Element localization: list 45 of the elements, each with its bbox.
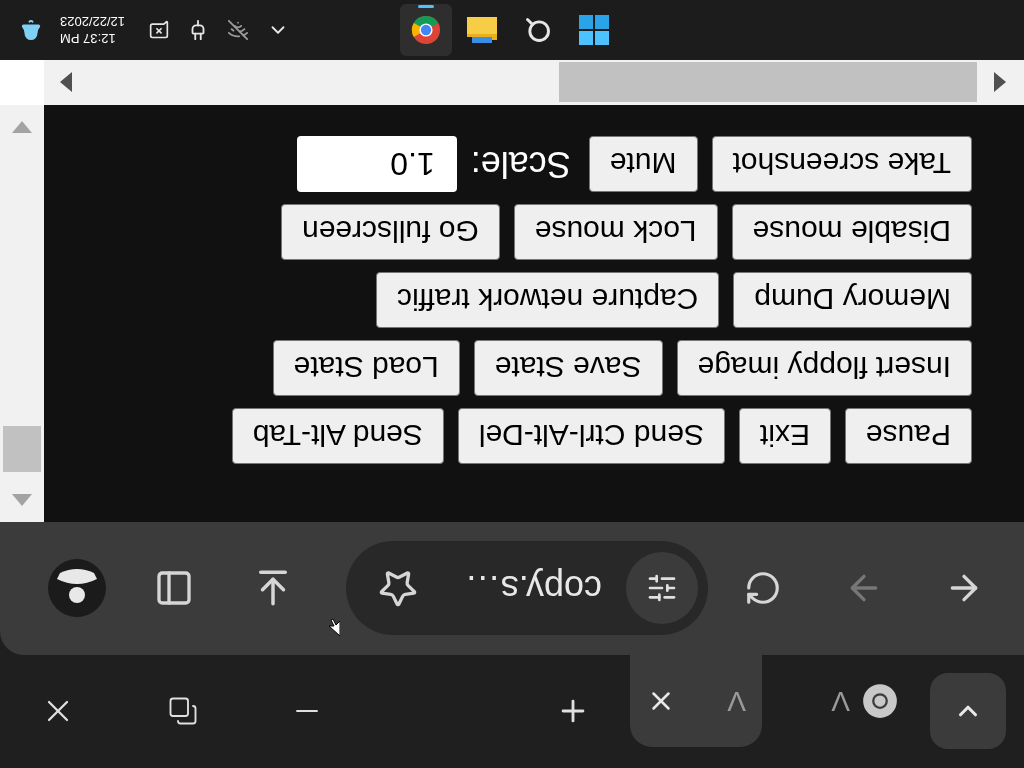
emulator-button[interactable]: Save State [473,340,663,396]
emulator-button[interactable]: Send Alt-Tab [231,408,444,464]
scale-label: Scale: [470,143,571,187]
tab-title: V [831,685,850,719]
scroll-right-icon[interactable] [60,72,72,93]
clock[interactable]: 12:37 PM 12/22/2023 [60,13,126,47]
emulator-button[interactable]: Lock mouse [513,204,718,260]
browser-tab[interactable]: V [762,655,914,747]
emulator-button[interactable]: Memory Dump [733,272,972,328]
site-settings-icon[interactable] [626,552,698,625]
chat-error-icon[interactable] [149,20,170,40]
taskbar-app-button[interactable] [400,4,452,56]
notification-bell-icon[interactable] [20,19,42,41]
emulator-button[interactable]: Mute [588,136,698,192]
restore-icon[interactable] [168,696,198,727]
bookmark-star-icon[interactable] [378,568,418,609]
scroll-left-icon[interactable] [994,72,1006,93]
clock-time: 12:37 PM [60,30,116,47]
browser-tab[interactable]: V [630,655,762,747]
scrollbar-thumb[interactable] [3,426,41,472]
emulator-button[interactable]: Disable mouse [731,204,972,260]
scrollbar-thumb[interactable] [559,62,977,103]
emulator-button[interactable]: Insert floppy image [676,340,972,396]
emulator-button[interactable]: Take screenshot [711,136,972,192]
search-icon [524,16,552,44]
clock-date: 12/22/2023 [60,13,126,30]
mouse-cursor-icon [328,618,340,636]
tab-title: V [727,685,746,719]
emulator-button[interactable]: Capture network traffic [376,272,720,328]
windows-logo-icon [579,15,609,45]
network-off-icon[interactable] [227,19,250,41]
profile-avatar-icon[interactable] [48,559,106,618]
emulator-button[interactable]: Exit [738,408,831,464]
emulator-button[interactable]: Send Ctrl-Alt-Del [457,408,725,464]
emulator-button[interactable]: Load State [272,340,460,396]
emulator-button[interactable]: Pause [844,408,972,464]
address-bar[interactable]: copy.s… [346,541,708,636]
folder-icon [466,16,498,44]
horizontal-scrollbar[interactable] [44,60,1024,105]
emulator-button[interactable]: Go fullscreen [281,204,500,260]
scale-input[interactable]: 1.0 [296,136,457,192]
tab-favicon-icon [862,683,898,719]
vertical-scrollbar[interactable] [0,105,44,522]
url-text: copy.s… [464,567,602,612]
browser-icon [411,15,441,45]
